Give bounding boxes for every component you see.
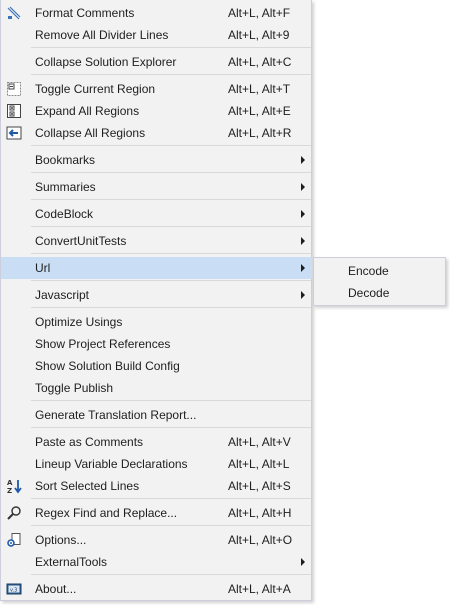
about-icon: v.3	[6, 581, 22, 597]
comment-format-icon	[6, 5, 22, 21]
menu-label: ConvertUnitTests	[35, 234, 127, 248]
menu-shortcut: Alt+L, Alt+T	[228, 82, 291, 96]
menu-label: Toggle Current Region	[35, 82, 156, 96]
context-menu: Format Comments Alt+L, Alt+F Remove All …	[0, 0, 312, 601]
menu-label: Options...	[35, 533, 87, 547]
menu-separator	[31, 307, 311, 308]
menu-item-show-project-references[interactable]: Show Project References	[1, 333, 312, 355]
menu-item-sort-selected-lines[interactable]: A Z Sort Selected Lines Alt+L, Alt+S	[1, 475, 312, 497]
menu-label: Show Solution Build Config	[35, 359, 180, 373]
menu-label: CodeBlock	[35, 207, 94, 221]
menu-item-paste-as-comments[interactable]: Paste as Comments Alt+L, Alt+V	[1, 431, 312, 453]
menu-label: Generate Translation Report...	[35, 408, 197, 422]
expand-regions-icon	[6, 103, 22, 119]
menu-shortcut: Alt+L, Alt+H	[228, 506, 292, 520]
menu-label: Javascript	[35, 288, 90, 302]
menu-shortcut: Alt+L, Alt+9	[228, 28, 290, 42]
menu-label: Decode	[348, 286, 390, 300]
menu-label: Paste as Comments	[35, 435, 144, 449]
menu-item-codeblock[interactable]: CodeBlock	[1, 203, 312, 225]
menu-label: Expand All Regions	[35, 104, 140, 118]
menu-item-external-tools[interactable]: ExternalTools	[1, 551, 312, 573]
menu-label: Toggle Publish	[35, 381, 114, 395]
chevron-right-icon	[301, 183, 305, 191]
menu-shortcut: Alt+L, Alt+F	[228, 6, 291, 20]
menu-label: About...	[35, 582, 77, 596]
menu-separator	[31, 400, 311, 401]
menu-label: Summaries	[35, 180, 96, 194]
menu-shortcut: Alt+L, Alt+A	[228, 582, 291, 596]
menu-separator	[31, 427, 311, 428]
menu-separator	[31, 525, 311, 526]
menu-label: Optimize Usings	[35, 315, 123, 329]
menu-label: Encode	[348, 264, 389, 278]
menu-separator	[31, 145, 311, 146]
menu-shortcut: Alt+L, Alt+V	[228, 435, 291, 449]
menu-item-javascript[interactable]: Javascript	[1, 284, 312, 306]
menu-item-toggle-current-region[interactable]: Toggle Current Region Alt+L, Alt+T	[1, 78, 312, 100]
menu-separator	[31, 574, 311, 575]
menu-label: Regex Find and Replace...	[35, 506, 178, 520]
menu-shortcut: Alt+L, Alt+O	[228, 533, 293, 547]
menu-item-about[interactable]: v.3 About... Alt+L, Alt+A	[1, 578, 312, 600]
chevron-right-icon	[301, 558, 305, 566]
submenu-item-encode[interactable]: Encode	[315, 260, 445, 282]
menu-item-bookmarks[interactable]: Bookmarks	[1, 149, 312, 171]
menu-label: Lineup Variable Declarations	[35, 457, 188, 471]
menu-separator	[31, 280, 311, 281]
chevron-right-icon	[301, 156, 305, 164]
menu-shortcut: Alt+L, Alt+E	[228, 104, 291, 118]
menu-separator	[31, 199, 311, 200]
menu-item-convert-unit-tests[interactable]: ConvertUnitTests	[1, 230, 312, 252]
chevron-right-icon	[301, 210, 305, 218]
menu-item-show-solution-build-config[interactable]: Show Solution Build Config	[1, 355, 312, 377]
submenu-item-decode[interactable]: Decode	[315, 282, 445, 304]
menu-label: Remove All Divider Lines	[35, 28, 169, 42]
menu-label: Show Project References	[35, 337, 171, 351]
menu-item-optimize-usings[interactable]: Optimize Usings	[1, 311, 312, 333]
url-submenu: Encode Decode	[313, 257, 446, 306]
sort-az-icon: A Z	[6, 478, 22, 495]
menu-shortcut: Alt+L, Alt+L	[228, 457, 290, 471]
chevron-right-icon	[301, 264, 305, 272]
menu-item-format-comments[interactable]: Format Comments Alt+L, Alt+F	[1, 2, 312, 24]
search-icon	[6, 505, 22, 521]
menu-separator	[31, 253, 311, 254]
menu-separator	[31, 74, 311, 75]
menu-label: Url	[35, 261, 51, 275]
collapse-regions-icon	[6, 125, 22, 141]
menu-label: Format Comments	[35, 6, 135, 20]
menu-item-collapse-all-regions[interactable]: Collapse All Regions Alt+L, Alt+R	[1, 122, 312, 144]
menu-label: Bookmarks	[35, 153, 96, 167]
menu-item-collapse-solution-explorer[interactable]: Collapse Solution Explorer Alt+L, Alt+C	[1, 51, 312, 73]
svg-text:Z: Z	[7, 487, 12, 494]
menu-separator	[31, 172, 311, 173]
menu-item-remove-divider-lines[interactable]: Remove All Divider Lines Alt+L, Alt+9	[1, 24, 312, 46]
menu-separator	[31, 226, 311, 227]
chevron-right-icon	[301, 237, 305, 245]
options-gear-icon	[6, 532, 22, 548]
menu-shortcut: Alt+L, Alt+S	[228, 479, 291, 493]
menu-item-summaries[interactable]: Summaries	[1, 176, 312, 198]
menu-item-toggle-publish[interactable]: Toggle Publish	[1, 377, 312, 399]
menu-label: Collapse Solution Explorer	[35, 55, 177, 69]
menu-item-regex-find-replace[interactable]: Regex Find and Replace... Alt+L, Alt+H	[1, 502, 312, 524]
toggle-region-icon	[6, 81, 22, 97]
menu-label: Collapse All Regions	[35, 126, 146, 140]
svg-text:v.3: v.3	[10, 588, 17, 594]
menu-item-generate-translation-report[interactable]: Generate Translation Report...	[1, 404, 312, 426]
menu-label: ExternalTools	[35, 555, 108, 569]
menu-item-expand-all-regions[interactable]: Expand All Regions Alt+L, Alt+E	[1, 100, 312, 122]
menu-item-options[interactable]: Options... Alt+L, Alt+O	[1, 529, 312, 551]
menu-separator	[31, 47, 311, 48]
chevron-right-icon	[301, 291, 305, 299]
menu-separator	[31, 498, 311, 499]
menu-label: Sort Selected Lines	[35, 479, 140, 493]
svg-text:A: A	[7, 479, 13, 487]
menu-item-url[interactable]: Url	[1, 257, 312, 279]
menu-shortcut: Alt+L, Alt+C	[228, 55, 292, 69]
menu-shortcut: Alt+L, Alt+R	[228, 126, 292, 140]
menu-item-lineup-variable-declarations[interactable]: Lineup Variable Declarations Alt+L, Alt+…	[1, 453, 312, 475]
